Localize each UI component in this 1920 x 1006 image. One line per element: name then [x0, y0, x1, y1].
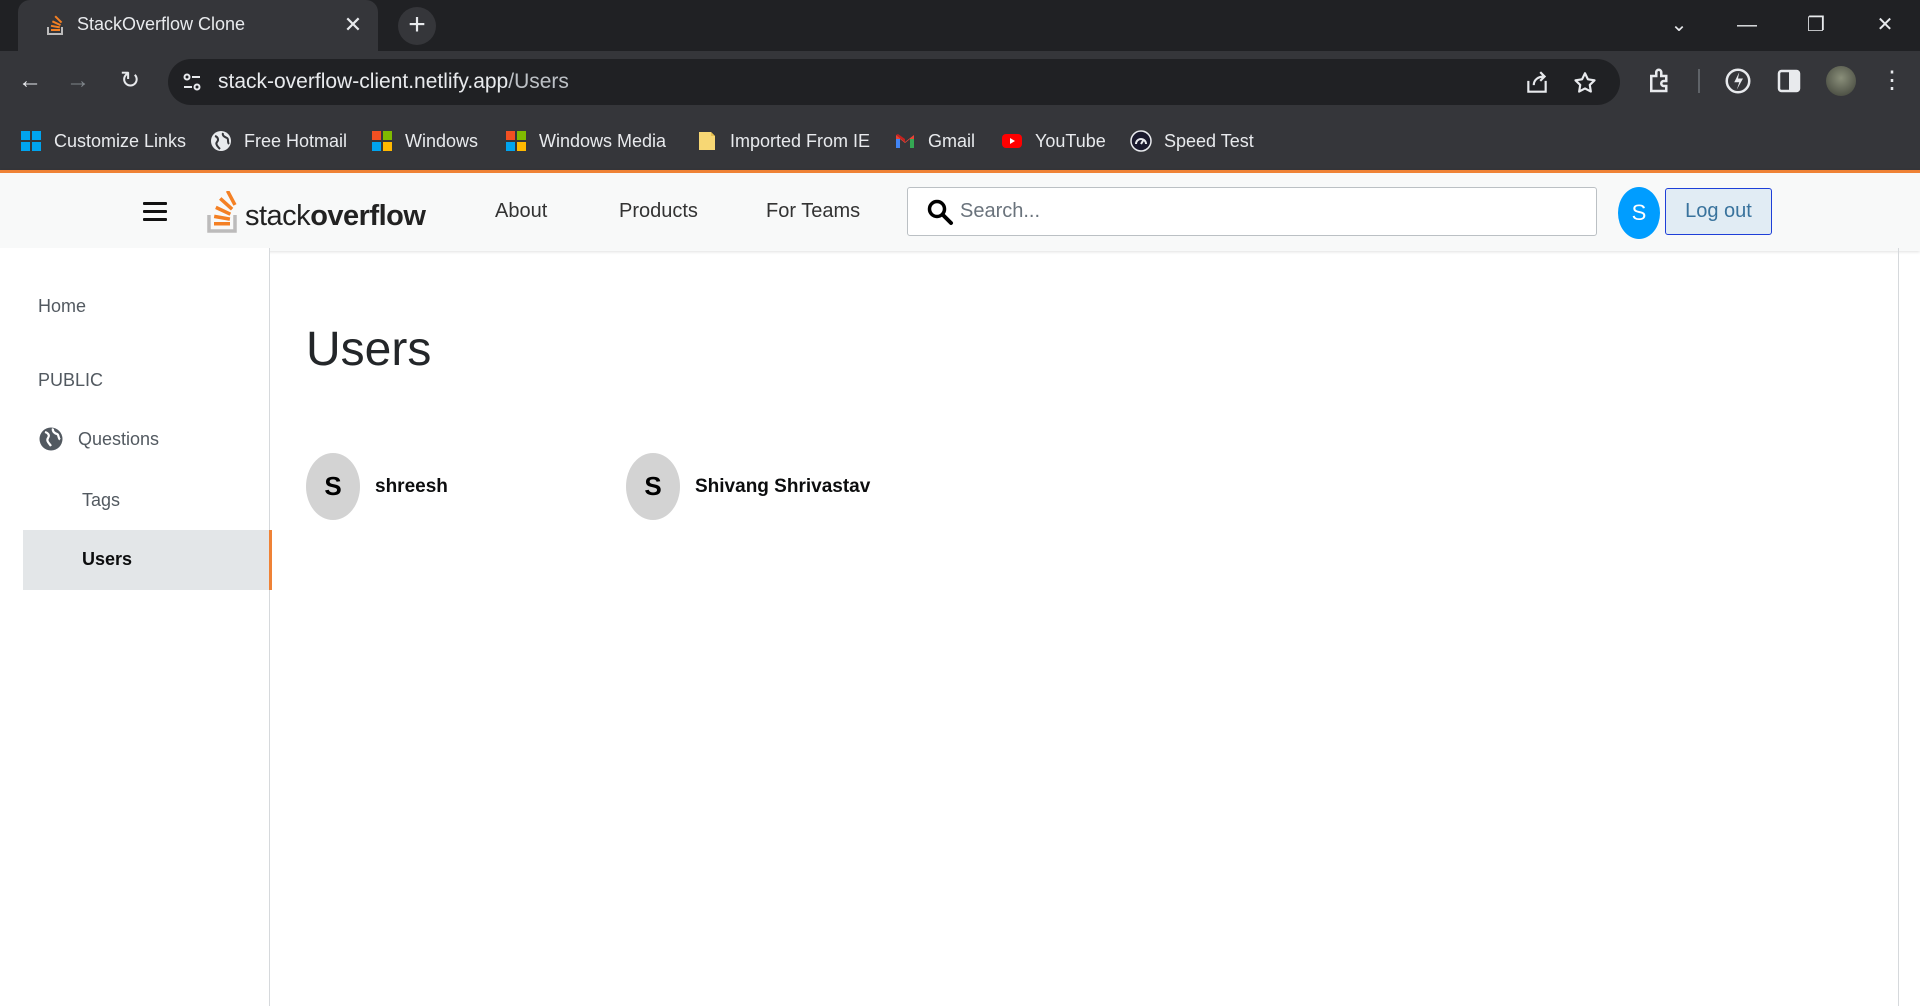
- bookmark-youtube[interactable]: YouTube: [1001, 129, 1106, 153]
- tab-title: StackOverflow Clone: [77, 14, 246, 34]
- new-tab-button[interactable]: +: [398, 7, 436, 45]
- sidebar-item-questions[interactable]: Questions: [38, 426, 159, 452]
- nav-about[interactable]: About: [495, 200, 547, 223]
- globe-icon: [211, 131, 231, 151]
- browser-toolbar: ← → ↻ stack-overflow-client.netlify.app/…: [0, 51, 1920, 112]
- bookmark-gmail[interactable]: Gmail: [894, 129, 975, 153]
- sidebar-item-label: Questions: [78, 428, 160, 449]
- nav-for-teams[interactable]: For Teams: [766, 200, 860, 223]
- user-card-name: shreesh: [375, 475, 448, 497]
- sidebar-item-tags[interactable]: Tags: [82, 490, 120, 511]
- logo-wordmark: stackoverflow: [245, 200, 426, 233]
- toolbar-divider: [1698, 69, 1700, 93]
- windows-icon: [372, 131, 392, 151]
- back-icon[interactable]: ←: [14, 65, 46, 97]
- bookmarks-bar: Customize Links Free Hotmail Windows Win…: [0, 112, 1920, 170]
- youtube-icon: [1002, 134, 1022, 148]
- bookmark-label: Windows Media: [539, 130, 667, 151]
- site-navbar: stackoverflow About Products For Teams S…: [0, 170, 1920, 251]
- bookmark-label: YouTube: [1035, 130, 1106, 151]
- bookmark-free-hotmail[interactable]: Free Hotmail: [210, 129, 347, 153]
- side-panel-icon[interactable]: [1774, 66, 1804, 96]
- url-host: stack-overflow-client.netlify.app: [218, 70, 509, 93]
- bookmark-label: Free Hotmail: [244, 130, 348, 151]
- minimize-icon[interactable]: —: [1732, 10, 1762, 40]
- bookmark-label: Speed Test: [1164, 130, 1254, 151]
- stackoverflow-logo-icon: [207, 191, 237, 233]
- share-icon[interactable]: [1524, 70, 1550, 96]
- browser-tab-bar: StackOverflow Clone ✕ + ⌄ — ❐ ✕: [0, 0, 1920, 51]
- gmail-icon: [896, 134, 914, 148]
- bookmark-customize-links[interactable]: Customize Links: [20, 129, 186, 153]
- sidebar-section-public: PUBLIC: [38, 370, 104, 390]
- user-card[interactable]: S Shivang Shrivastav: [626, 453, 870, 520]
- search-icon: [927, 199, 953, 225]
- user-card-name: Shivang Shrivastav: [695, 475, 871, 497]
- url-path: /Users: [508, 70, 569, 93]
- user-card-avatar: S: [626, 453, 680, 520]
- bookmark-windows-media[interactable]: Windows Media: [505, 129, 666, 153]
- windows-icon: [506, 131, 526, 151]
- browser-tab[interactable]: StackOverflow Clone ✕: [18, 0, 378, 51]
- sidebar-item-label: Users: [82, 549, 133, 569]
- address-bar[interactable]: stack-overflow-client.netlify.app/Users: [168, 59, 1620, 105]
- sidebar-item-home[interactable]: Home: [38, 296, 86, 317]
- reload-icon[interactable]: ↻: [114, 65, 146, 97]
- bookmark-star-icon[interactable]: [1572, 70, 1598, 96]
- url-text: stack-overflow-client.netlify.app/Users: [218, 70, 569, 94]
- content-right-border: [1898, 248, 1899, 1006]
- logo-text-light: stack: [245, 200, 311, 232]
- user-avatar[interactable]: S: [1618, 187, 1660, 239]
- profile-avatar[interactable]: [1826, 66, 1856, 96]
- site-info-icon[interactable]: [180, 70, 204, 94]
- bookmark-speed-test[interactable]: Speed Test: [1130, 129, 1254, 153]
- left-sidebar: Home PUBLIC Questions Tags Users: [0, 248, 272, 1006]
- search-box: [907, 187, 1597, 236]
- close-tab-icon[interactable]: ✕: [340, 12, 366, 38]
- bookmark-label: Windows: [405, 130, 479, 151]
- bookmark-windows[interactable]: Windows: [371, 129, 478, 153]
- user-card-avatar: S: [306, 453, 360, 520]
- restore-icon[interactable]: ❐: [1801, 10, 1831, 40]
- hamburger-menu-icon[interactable]: [143, 202, 167, 222]
- logout-button[interactable]: Log out: [1665, 188, 1772, 235]
- menu-kebab-icon[interactable]: ⋮: [1876, 65, 1908, 97]
- windows-icon: [21, 131, 41, 151]
- stackoverflow-logo[interactable]: stackoverflow: [207, 189, 426, 233]
- logo-text-bold: overflow: [310, 200, 426, 232]
- performance-icon[interactable]: [1723, 66, 1753, 96]
- globe-icon: [39, 427, 63, 451]
- folder-icon: [699, 132, 715, 150]
- bookmark-imported-from-ie[interactable]: Imported From IE: [696, 129, 870, 153]
- bookmark-label: Gmail: [928, 130, 976, 151]
- sidebar-item-users[interactable]: Users: [23, 530, 272, 590]
- tab-search-icon[interactable]: ⌄: [1664, 10, 1694, 40]
- bookmark-label: Imported From IE: [730, 130, 871, 151]
- speedometer-icon: [1130, 130, 1152, 152]
- user-card[interactable]: S shreesh: [306, 453, 448, 520]
- stackoverflow-favicon-icon: [47, 15, 63, 35]
- extensions-icon[interactable]: [1645, 66, 1675, 96]
- search-input[interactable]: [958, 188, 1582, 235]
- forward-icon[interactable]: →: [62, 65, 94, 97]
- bookmark-label: Customize Links: [54, 130, 187, 151]
- nav-products[interactable]: Products: [619, 200, 698, 223]
- page-title: Users: [306, 323, 432, 377]
- close-window-icon[interactable]: ✕: [1870, 10, 1900, 40]
